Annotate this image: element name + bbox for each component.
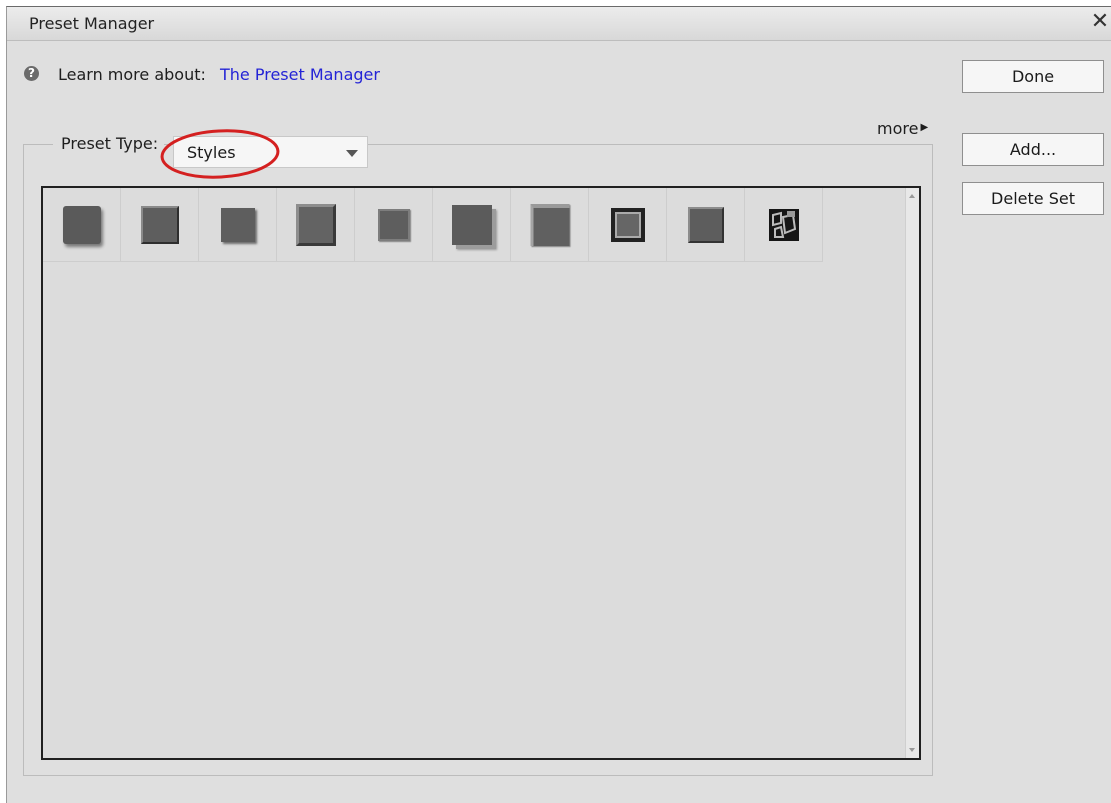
preset-list [41,186,921,760]
style-swatch-2[interactable] [121,188,199,262]
style-swatch-4[interactable] [277,188,355,262]
style-thumbnail [140,205,179,244]
window-title: Preset Manager [29,14,155,33]
scroll-up-icon[interactable] [909,194,915,198]
style-thumbnail [687,206,724,243]
scroll-down-icon[interactable] [909,748,915,752]
preset-type-label: Preset Type: [53,134,165,153]
close-icon[interactable]: ✕ [1089,10,1111,36]
delete-set-button[interactable]: Delete Set [962,182,1104,215]
style-thumbnail [295,203,336,246]
help-icon: ? [24,66,39,81]
style-swatch-10[interactable] [745,188,823,262]
style-thumbnail [62,205,101,244]
style-thumbnail [451,204,492,245]
style-thumbnail [768,208,799,241]
style-swatch-9[interactable] [667,188,745,262]
triangle-right-icon: ▶ [920,122,929,133]
style-swatch-1[interactable] [43,188,121,262]
style-swatch-7[interactable] [511,188,589,262]
style-thumbnail [220,207,255,242]
preset-manager-help-link[interactable]: The Preset Manager [220,65,380,84]
chevron-down-icon [346,150,358,157]
style-thumbnail [530,203,569,246]
done-button[interactable]: Done [962,60,1104,93]
help-label: Learn more about: [58,65,206,84]
add-button[interactable]: Add... [962,133,1104,166]
more-label: more [877,119,919,138]
preset-manager-dialog: Preset Manager ✕ ? Learn more about: The… [6,6,1111,803]
style-swatch-8[interactable] [589,188,667,262]
style-swatch-5[interactable] [355,188,433,262]
preset-type-select[interactable]: Styles [173,136,368,168]
style-thumbnail [377,208,410,241]
title-bar: Preset Manager ✕ [7,7,1111,41]
preset-list-scrollbar[interactable] [905,188,919,758]
more-menu-button[interactable]: more ▶ [877,119,928,138]
style-thumbnail [610,207,645,242]
style-swatch-3[interactable] [199,188,277,262]
thumbnail-accent [786,210,795,217]
style-swatch-6[interactable] [433,188,511,262]
preset-type-value: Styles [187,143,236,162]
style-swatch-row [43,188,823,262]
